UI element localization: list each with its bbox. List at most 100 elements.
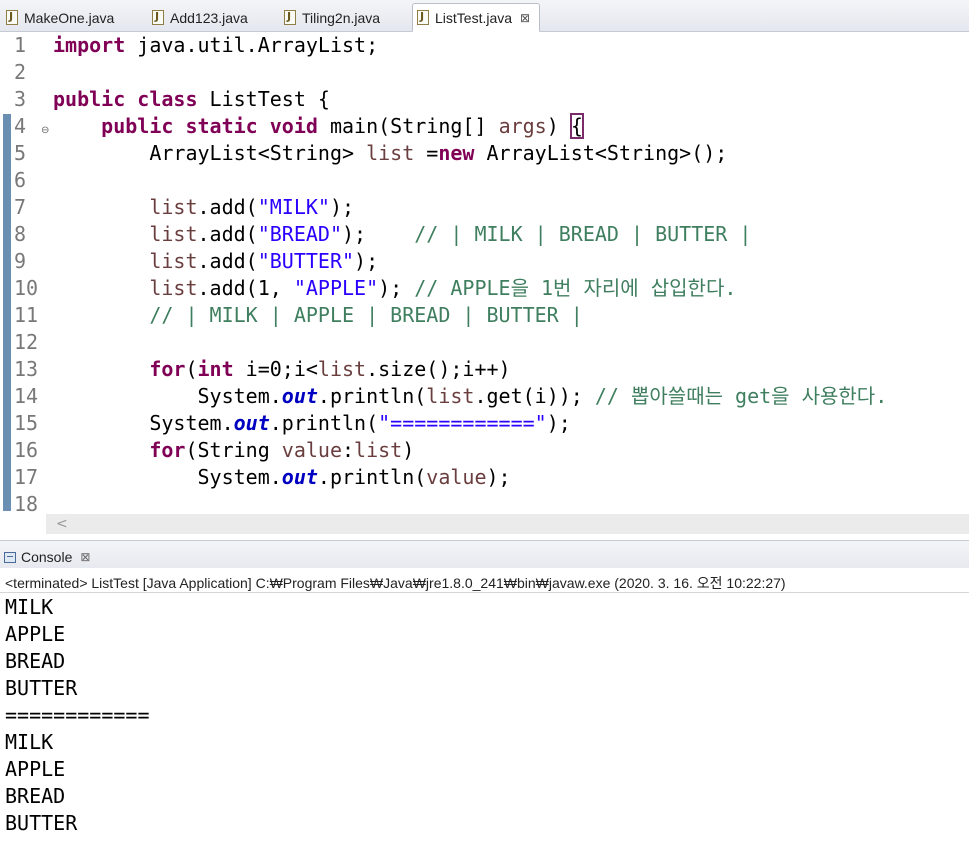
code-text: (String <box>185 438 282 462</box>
editor-tab-bar: MakeOne.java Add123.java Tiling2n.java L… <box>0 0 969 32</box>
string-literal: "APPLE" <box>293 276 379 300</box>
local-variable: list <box>149 222 198 246</box>
code-text[interactable]: import java.util.ArrayList; public class… <box>53 32 969 512</box>
divider <box>0 592 969 593</box>
code-text: .add( <box>197 249 258 273</box>
code-line-4: public static void main(String[] args) { <box>53 113 969 140</box>
local-variable: value <box>281 438 342 462</box>
static-field: out <box>281 465 318 489</box>
console-output-line: BREAD <box>5 784 66 808</box>
code-line-11: // | MILK | APPLE | BREAD | BUTTER | <box>53 302 969 329</box>
code-line-1: import java.util.ArrayList; <box>53 32 969 59</box>
code-text: = <box>414 141 439 165</box>
comment: // APPLE을 1번 자리에 삽입한다. <box>414 276 737 300</box>
code-line-5: ArrayList<String> list =new ArrayList<St… <box>53 140 969 167</box>
console-icon <box>4 551 16 563</box>
close-icon[interactable]: ⊠ <box>80 550 90 564</box>
line-number: 2 <box>14 60 27 84</box>
console-output-line: BUTTER <box>5 811 78 835</box>
code-text: ( <box>185 357 198 381</box>
tab-label: Add123.java <box>170 9 248 26</box>
parameter: args <box>498 114 547 138</box>
keyword: void <box>269 114 318 138</box>
code-text: i=0;i< <box>233 357 318 381</box>
scroll-left-icon[interactable]: < <box>56 514 68 534</box>
code-line-17: System.out.println(value); <box>53 464 969 491</box>
code-line-9: list.add("BUTTER"); <box>53 248 969 275</box>
line-number: 5 <box>14 141 27 165</box>
line-number: 17 <box>14 465 39 489</box>
local-variable: value <box>426 465 487 489</box>
line-number: 11 <box>14 303 39 327</box>
code-text: .add(1, <box>197 276 294 300</box>
tab-makeone[interactable]: MakeOne.java <box>2 3 142 32</box>
code-text: .add( <box>197 195 258 219</box>
local-variable: list <box>317 357 367 381</box>
code-text: : <box>342 438 355 462</box>
tab-label: ListTest.java <box>435 9 513 26</box>
console-output-line: ============ <box>5 703 150 727</box>
code-text: System. <box>53 384 282 408</box>
code-text: ArrayList<String> <box>53 141 367 165</box>
keyword: int <box>197 357 234 381</box>
code-text: ); <box>342 222 415 246</box>
code-text: main(String[] <box>317 114 499 138</box>
console-tab-bar: Console ⊠ <box>0 540 969 568</box>
code-text: .size();i++) <box>366 357 511 381</box>
local-variable: list <box>426 384 475 408</box>
java-file-icon <box>284 10 296 25</box>
local-variable: list <box>354 438 403 462</box>
tab-listtest[interactable]: ListTest.java ⊠ <box>412 3 540 32</box>
horizontal-scrollbar[interactable]: < <box>46 514 969 534</box>
keyword: for <box>149 438 186 462</box>
tab-label: Tiling2n.java <box>302 9 381 26</box>
line-number: 3 <box>14 87 27 111</box>
code-text: ); <box>378 276 415 300</box>
code-text: ); <box>329 195 355 219</box>
code-line-14: System.out.println(list.get(i)); // 뽑아쓸때… <box>53 383 969 410</box>
console-output-line: APPLE <box>5 757 66 781</box>
local-variable: list <box>149 195 198 219</box>
code-text: System. <box>53 465 282 489</box>
keyword: for <box>149 357 186 381</box>
comment: // 뽑아쓸때는 get을 사용한다. <box>594 384 888 408</box>
code-text: ); <box>546 411 571 435</box>
java-file-icon <box>152 10 164 25</box>
static-field: out <box>281 384 318 408</box>
code-text: ); <box>354 249 379 273</box>
close-icon[interactable]: ⊠ <box>520 11 530 25</box>
tab-add123[interactable]: Add123.java <box>148 3 274 32</box>
keyword: new <box>438 141 475 165</box>
line-number: 12 <box>14 330 39 354</box>
console-tab-label: Console <box>21 549 73 565</box>
line-number: 6 <box>14 168 27 192</box>
comment: // | MILK | BREAD | BUTTER | <box>414 222 752 246</box>
code-text: ) <box>402 438 415 462</box>
line-number: 1 <box>14 33 27 57</box>
code-editor[interactable]: 1 2 3 4 5 6 7 8 9 10 11 12 13 14 15 16 1… <box>0 32 969 512</box>
console-output[interactable]: MILK APPLE BREAD BUTTER ============ MIL… <box>5 594 150 837</box>
code-text: ListTest { <box>197 87 330 111</box>
code-text: ) <box>546 114 571 138</box>
java-file-icon <box>417 10 429 25</box>
console-output-line: MILK <box>5 730 54 754</box>
console-status: <terminated> ListTest [Java Application]… <box>5 575 786 591</box>
line-number-gutter: 1 2 3 4 5 6 7 8 9 10 11 12 13 14 15 16 1… <box>14 32 54 512</box>
string-literal: "MILK" <box>257 195 330 219</box>
tab-label: MakeOne.java <box>24 9 115 26</box>
line-number: 10 <box>14 276 39 300</box>
tab-console[interactable]: Console ⊠ <box>4 545 90 569</box>
code-text: System. <box>53 411 234 435</box>
tab-tiling2n[interactable]: Tiling2n.java <box>280 3 410 32</box>
console-output-line: APPLE <box>5 622 66 646</box>
line-number: 15 <box>14 411 39 435</box>
local-variable: list <box>366 141 415 165</box>
matching-brace-highlight: { <box>569 113 584 139</box>
fold-collapse-icon[interactable]: ⊖ <box>41 125 49 136</box>
keyword: class <box>137 87 198 111</box>
static-field: out <box>233 411 270 435</box>
